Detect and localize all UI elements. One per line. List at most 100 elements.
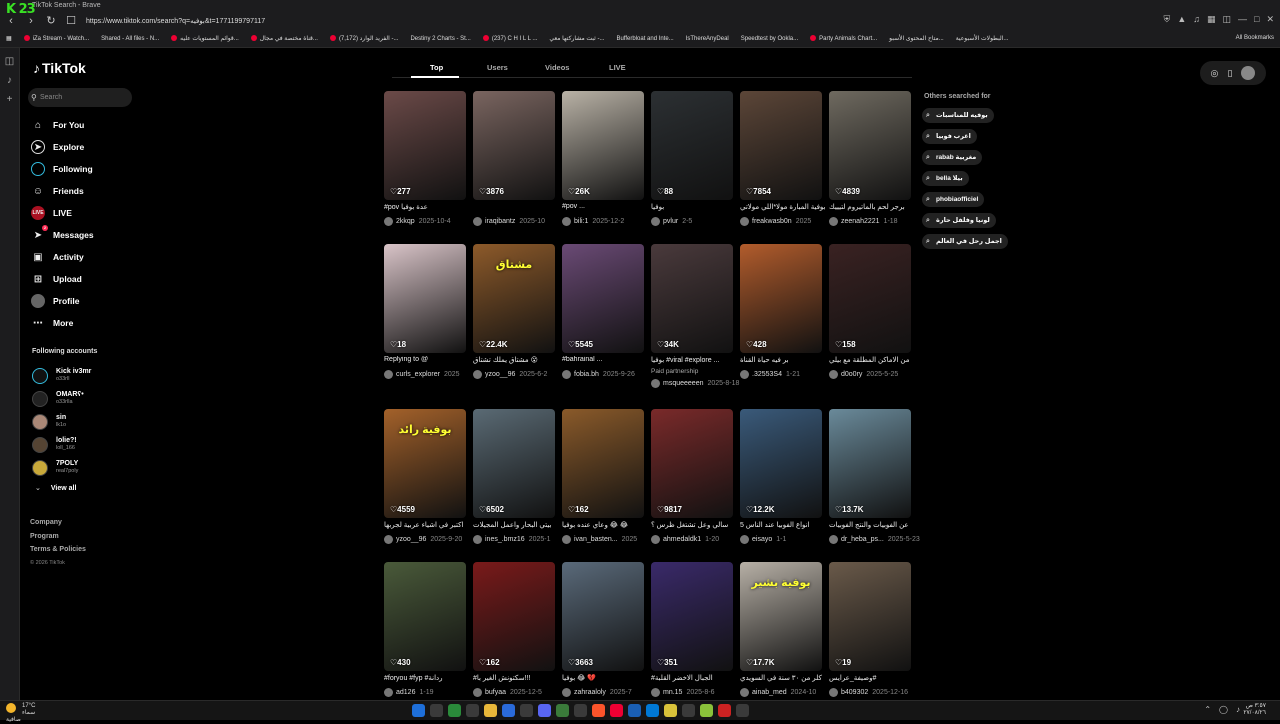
video-caption[interactable]: 5 انواع الفوبيا عند الناس [740,521,836,529]
video-thumbnail[interactable]: 430 [384,562,466,671]
weather-widget[interactable]: 17°C سماء صافية [6,703,36,724]
suggestion-chip[interactable]: لونيا وفلفل حارة [922,213,996,228]
search-input[interactable]: ⚲ Search [28,88,132,107]
video-caption[interactable]: #الجبال الاخضر القلبة [651,674,747,682]
nav-more[interactable]: ⋯ More [31,312,94,334]
bookmark-item[interactable]: ثبت مشاركتها معي -... [543,35,610,42]
video-author[interactable]: bili:1 2025-12-2 [562,217,658,226]
sidebar-panel-icon[interactable]: ◫ [0,56,19,67]
video-author[interactable]: yzoo__96 2025-6-2 [473,370,569,379]
video-caption[interactable]: اكتبر في اشياء عربية لجربها [384,521,480,529]
task-view-icon[interactable] [430,704,443,717]
coins-icon[interactable]: ◎ [1211,68,1219,79]
bookmark-icon[interactable]: ☐ [64,14,78,27]
video-thumbnail[interactable]: 9817 [651,409,733,518]
video-caption[interactable]: Replying to @ [384,356,480,363]
video-author[interactable]: ivan_basten... 2025 [562,535,658,544]
video-caption[interactable]: بيتي البحار واعمل المجيلات [473,521,569,529]
view-all-link[interactable]: ⌄ View all [35,484,76,492]
sidebar-toggle-icon[interactable]: ◫ [1223,14,1232,25]
bookmark-item[interactable]: البطولات الأسبوعية... [950,35,1015,42]
shield-icon[interactable]: ⛨ [1164,14,1171,25]
video-author[interactable]: mn.15 2025-8-6 [651,688,747,697]
video-author[interactable]: zeenah2221 1-18 [829,217,925,226]
video-thumbnail[interactable]: 88 [651,91,733,200]
video-author[interactable]: yzoo__96 2025-9-20 [384,535,480,544]
close-icon[interactable]: ✕ [1266,14,1274,25]
video-caption[interactable]: بوفيا #viral #explore ... [651,356,747,364]
video-thumbnail[interactable]: 19 [829,562,911,671]
app-icon[interactable] [664,704,677,717]
video-thumbnail[interactable]: 6502 [473,409,555,518]
extensions-icon[interactable]: ▦ [1207,14,1216,25]
tab-top[interactable]: Top [430,63,443,72]
video-caption[interactable]: وعاي عنده بوفيا 😂 😂 [562,521,658,529]
minimize-icon[interactable]: — [1238,14,1247,25]
footer-company[interactable]: Company [30,516,86,530]
video-caption[interactable]: بوفيا [651,203,747,211]
video-caption[interactable]: #سكتونش الغير با!!! [473,674,569,682]
video-thumbnail[interactable]: 277 [384,91,466,200]
nav-live[interactable]: LIVE LIVE [31,202,94,224]
app-icon[interactable] [682,704,695,717]
video-thumbnail[interactable]: 7854 [740,91,822,200]
volume-icon[interactable]: ♪ [1236,705,1240,714]
bookmark-item[interactable]: (7,172) الفريد الوارد -... [324,35,405,42]
video-caption[interactable]: من الاماكن المطلقة مع بيلي [829,356,925,364]
add-panel-icon[interactable]: + [0,94,19,105]
video-author[interactable]: dr_heba_ps... 2025-5-23 [829,535,925,544]
video-author[interactable]: bufyaa 2025-12-5 [473,688,569,697]
bookmark-item[interactable]: iZa Stream - Watch... [18,35,95,42]
video-thumbnail[interactable]: بوفية بشير 17.7K [740,562,822,671]
video-caption[interactable]: سالي وعل تشتغل ظرس ؟ [651,521,747,529]
video-thumbnail[interactable]: 5545 [562,244,644,353]
video-author[interactable]: curls_explorer 2025 [384,370,480,379]
video-thumbnail[interactable]: 12.2K [740,409,822,518]
music-icon[interactable]: ♫ [1193,14,1200,25]
video-caption[interactable]: بوفيا 😂 💔 [562,674,658,682]
video-author[interactable]: msqueeeeen 2025-8-18 [651,379,747,388]
video-caption[interactable]: برجر لحم بالماتيروم لتيييك [829,203,925,211]
video-thumbnail[interactable]: 162 [562,409,644,518]
bookmark-item[interactable]: IsThereAnyDeal [680,36,735,42]
system-clock[interactable]: ٣:٥٧ ص ٢٧/٠٨/٢٦ [1243,703,1266,717]
video-caption[interactable]: بر فيه حياة القناة [740,356,836,364]
bookmark-item[interactable]: Party Animals Chart... [804,35,883,42]
app-icon[interactable] [700,704,713,717]
browser-tab[interactable]: TikTok Search - Brave [0,0,1280,11]
video-caption[interactable]: #foryou #fyp #ردانة [384,674,480,682]
account-item[interactable]: 7POLY real7poly [32,456,91,479]
settings-icon[interactable] [736,704,749,717]
app-icon[interactable] [448,704,461,717]
tiktok-tab-icon[interactable]: ♪ [0,75,19,86]
bookmark-item[interactable]: (237) C H I L L ... [477,35,544,42]
video-thumbnail[interactable]: 158 [829,244,911,353]
bookmark-item[interactable]: Speedtest by Ookla... [735,36,804,42]
video-author[interactable]: freakwasb0n 2025 [740,217,836,226]
account-item[interactable]: Kick iv3mr o33rll [32,364,91,387]
video-author[interactable]: zahraaloly 2025-7 [562,688,658,697]
video-thumbnail[interactable]: 3876 [473,91,555,200]
nav-following[interactable]: Following [31,158,94,180]
video-author[interactable]: iraqibantz 2025-10 [473,217,569,226]
video-caption[interactable]: #pov ... [562,203,658,210]
suggestion-chip[interactable]: اجمل رحل في العالم [922,234,1008,249]
video-thumbnail[interactable]: مشتاق 22.4K [473,244,555,353]
video-author[interactable]: ines_.bmz16 2025-1 [473,535,569,544]
account-item[interactable]: OMARʕ• o33rlla [32,387,91,410]
bookmark-item[interactable]: Bufferbloat and Inte... [610,36,679,42]
app-icon[interactable] [556,704,569,717]
maximize-icon[interactable]: □ [1254,14,1259,25]
video-thumbnail[interactable]: 428 [740,244,822,353]
video-author[interactable]: pvlur 2-5 [651,217,747,226]
tab-users[interactable]: Users [487,63,508,72]
video-author[interactable]: ahmedaldk1 1-20 [651,535,747,544]
rewards-icon[interactable]: ▲ [1177,14,1186,25]
video-author[interactable]: 2kkqp 2025-10-4 [384,217,480,226]
video-caption[interactable]: كلر من ٣٠ سنة في السويدي [740,674,836,682]
video-author[interactable]: ad126 1-19 [384,688,480,697]
all-bookmarks[interactable]: All Bookmarks [1236,35,1274,41]
nav-friends[interactable]: ☺ Friends [31,180,94,202]
video-thumbnail[interactable]: 351 [651,562,733,671]
video-author[interactable]: b409302 2025-12-16 [829,688,925,697]
